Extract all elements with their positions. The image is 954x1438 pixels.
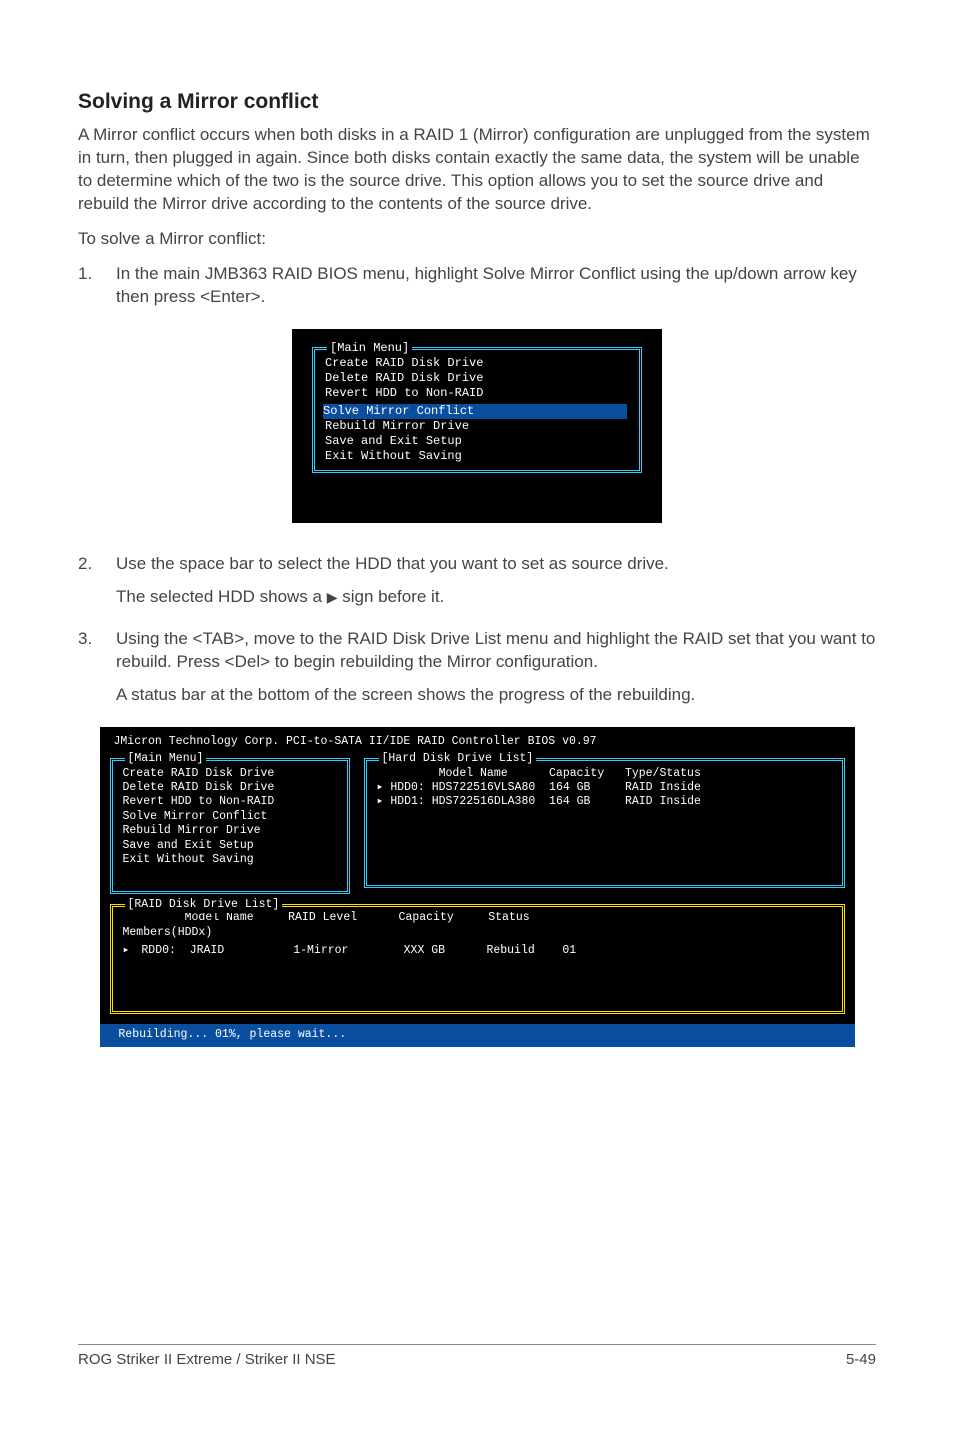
- section-heading: Solving a Mirror conflict: [78, 90, 876, 114]
- page-footer: ROG Striker II Extreme / Striker II NSE …: [78, 1344, 876, 1368]
- bios2-main-item-0: Create RAID Disk Drive: [123, 767, 337, 781]
- step-1-text: In the main JMB363 RAID BIOS menu, highl…: [116, 263, 876, 309]
- bios2-raid-members: Members(HDDx): [123, 926, 832, 940]
- bios1-item-4: Save and Exit Setup: [325, 434, 629, 449]
- triangle-marker-icon: ▸: [123, 944, 135, 958]
- bios1-item-2: Revert HDD to Non-RAID: [325, 386, 629, 401]
- lead-in: To solve a Mirror conflict:: [78, 228, 876, 251]
- bios1-legend: [Main Menu]: [327, 341, 412, 356]
- triangle-right-icon: ▶: [327, 588, 338, 607]
- bios2-main-item-6: Exit Without Saving: [123, 853, 337, 867]
- bios1-item-3: Rebuild Mirror Drive: [325, 419, 629, 434]
- step-2-number: 2.: [78, 553, 116, 619]
- bios2-hdd-row-0: ▸ HDD0: HDS722516VLSA80 164 GB RAID Insi…: [377, 781, 832, 795]
- step-1-number: 1.: [78, 263, 116, 319]
- step-2-text-a: Use the space bar to select the HDD that…: [116, 553, 876, 576]
- bios1-highlighted-item: Solve Mirror Conflict: [323, 404, 627, 419]
- step-3-text-b: A status bar at the bottom of the screen…: [116, 684, 876, 707]
- bios-raid-controller-screenshot: JMicron Technology Corp. PCI-to-SATA II/…: [100, 727, 855, 1024]
- step-2-post: sign before it.: [337, 587, 444, 606]
- bios2-main-legend: [Main Menu]: [125, 752, 207, 766]
- step-1: 1. In the main JMB363 RAID BIOS menu, hi…: [78, 263, 876, 319]
- bios2-hdd-header: Model Name Capacity Type/Status: [377, 767, 832, 781]
- bios-main-menu-screenshot: [Main Menu] Create RAID Disk Drive Delet…: [292, 329, 662, 523]
- step-3-text-a: Using the <TAB>, move to the RAID Disk D…: [116, 628, 876, 674]
- bios2-status-bar: Rebuilding... 01%, please wait...: [100, 1024, 855, 1046]
- footer-left: ROG Striker II Extreme / Striker II NSE: [78, 1351, 336, 1368]
- footer-right: 5-49: [846, 1351, 876, 1368]
- bios2-raid-header: Model Name RAID Level Capacity Status: [123, 911, 832, 925]
- step-3: 3. Using the <TAB>, move to the RAID Dis…: [78, 628, 876, 717]
- step-2: 2. Use the space bar to select the HDD t…: [78, 553, 876, 619]
- step-2-pre: The selected HDD shows a: [116, 587, 327, 606]
- bios1-item-5: Exit Without Saving: [325, 449, 629, 464]
- step-3-number: 3.: [78, 628, 116, 717]
- bios2-hdd-row-1: ▸ HDD1: HDS722516DLA380 164 GB RAID Insi…: [377, 795, 832, 809]
- bios1-item-1: Delete RAID Disk Drive: [325, 371, 629, 386]
- step-2-text-b: The selected HDD shows a ▶ sign before i…: [116, 586, 876, 609]
- intro-paragraph: A Mirror conflict occurs when both disks…: [78, 124, 876, 216]
- bios2-raid-row-text: RDD0: JRAID 1-Mirror XXX GB Rebuild 01: [135, 944, 577, 957]
- bios2-raid-row: ▸ RDD0: JRAID 1-Mirror XXX GB Rebuild 01: [123, 944, 832, 958]
- bios2-main-item-5: Save and Exit Setup: [123, 839, 337, 853]
- bios2-main-item-3: Solve Mirror Conflict: [123, 810, 337, 824]
- bios2-hdd-legend: [Hard Disk Drive List]: [379, 752, 537, 766]
- bios2-main-item-4: Rebuild Mirror Drive: [123, 824, 337, 838]
- bios2-title: JMicron Technology Corp. PCI-to-SATA II/…: [110, 733, 845, 753]
- bios2-main-item-2: Revert HDD to Non-RAID: [123, 795, 337, 809]
- bios1-item-0: Create RAID Disk Drive: [325, 356, 629, 371]
- bios2-main-item-1: Delete RAID Disk Drive: [123, 781, 337, 795]
- bios2-raid-legend: [RAID Disk Drive List]: [125, 898, 283, 912]
